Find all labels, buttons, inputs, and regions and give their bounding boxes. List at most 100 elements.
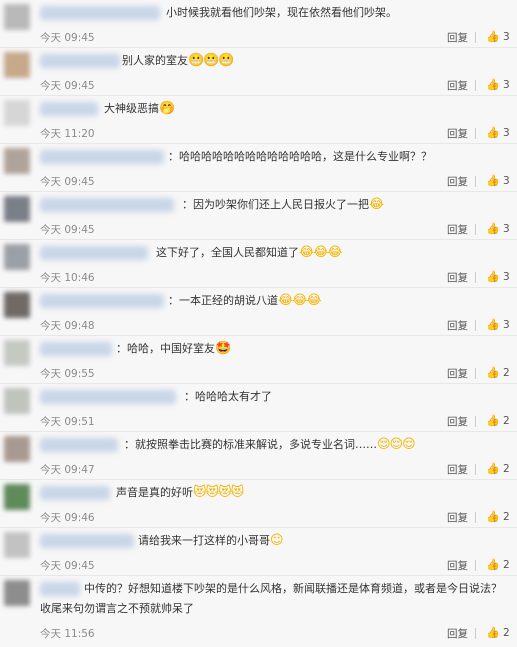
comment-time: 今天 09:55 bbox=[40, 368, 95, 380]
like-button[interactable]: 👍 2 bbox=[486, 414, 510, 427]
emoji: 🤭 bbox=[159, 101, 175, 116]
comment-text: 别人家的室友😬😬😬 bbox=[122, 53, 235, 68]
comment-time: 今天 11:56 bbox=[40, 628, 95, 640]
thumbs-up-icon: 👍 bbox=[486, 174, 500, 187]
like-button[interactable]: 👍 3 bbox=[486, 174, 510, 187]
reply-button[interactable]: 回复 bbox=[447, 510, 468, 525]
reply-button[interactable]: 回复 bbox=[447, 318, 468, 333]
avatar[interactable] bbox=[4, 196, 30, 222]
like-count: 2 bbox=[503, 463, 510, 475]
comment-time: 今天 09:45 bbox=[40, 80, 95, 92]
comment-time: 今天 09:45 bbox=[40, 224, 95, 236]
thumbs-up-icon: 👍 bbox=[486, 126, 500, 139]
divider bbox=[475, 128, 476, 139]
comment-text: ：一本正经的胡说八道😂😂😂 bbox=[168, 293, 322, 308]
username-blurred[interactable] bbox=[40, 534, 134, 548]
like-count: 3 bbox=[503, 175, 510, 187]
avatar[interactable] bbox=[4, 292, 30, 318]
avatar[interactable] bbox=[4, 580, 30, 606]
username-blurred[interactable] bbox=[40, 246, 148, 260]
avatar[interactable] bbox=[4, 52, 30, 78]
reply-button[interactable]: 回复 bbox=[447, 558, 468, 573]
like-button[interactable]: 👍 2 bbox=[486, 366, 510, 379]
reply-button[interactable]: 回复 bbox=[447, 126, 468, 141]
comment-item: ：哈哈，中国好室友🤩 今天 09:55 回复 👍 2 bbox=[0, 336, 517, 384]
avatar[interactable] bbox=[4, 244, 30, 270]
like-button[interactable]: 👍 3 bbox=[486, 30, 510, 43]
comment-time: 今天 09:47 bbox=[40, 464, 95, 476]
thumbs-up-icon: 👍 bbox=[486, 366, 500, 379]
reply-button[interactable]: 回复 bbox=[447, 462, 468, 477]
comment-time: 今天 09:45 bbox=[40, 176, 95, 188]
comment-text: 这下好了，全国人民都知道了😂😂😂 bbox=[156, 245, 343, 260]
comment-item: ：因为吵架你们还上人民日报火了一把😂 今天 09:45 回复 👍 3 bbox=[0, 192, 517, 240]
avatar[interactable] bbox=[4, 532, 30, 558]
username-blurred[interactable] bbox=[40, 294, 164, 308]
avatar[interactable] bbox=[4, 436, 30, 462]
divider bbox=[475, 628, 476, 639]
like-count: 3 bbox=[503, 271, 510, 283]
like-button[interactable]: 👍 3 bbox=[486, 318, 510, 331]
username-blurred[interactable] bbox=[40, 102, 98, 116]
divider bbox=[475, 368, 476, 379]
reply-button[interactable]: 回复 bbox=[447, 78, 468, 93]
thumbs-up-icon: 👍 bbox=[486, 318, 500, 331]
like-button[interactable]: 👍 2 bbox=[486, 462, 510, 475]
reply-button[interactable]: 回复 bbox=[447, 366, 468, 381]
username-blurred[interactable] bbox=[40, 150, 164, 164]
emoji: 😂😂😂 bbox=[278, 293, 322, 308]
like-count: 3 bbox=[503, 79, 510, 91]
reply-button[interactable]: 回复 bbox=[447, 174, 468, 189]
divider bbox=[475, 32, 476, 43]
comment-time: 今天 09:45 bbox=[40, 560, 95, 572]
reply-button[interactable]: 回复 bbox=[447, 30, 468, 45]
like-button[interactable]: 👍 3 bbox=[486, 270, 510, 283]
emoji: ☺ bbox=[270, 533, 284, 548]
like-button[interactable]: 👍 2 bbox=[486, 510, 510, 523]
like-button[interactable]: 👍 2 bbox=[486, 558, 510, 571]
avatar[interactable] bbox=[4, 100, 30, 126]
divider bbox=[475, 464, 476, 475]
comment-text: 小时候我就看他们吵架，现在依然看他们吵架。 bbox=[166, 6, 397, 19]
username-blurred[interactable] bbox=[40, 54, 120, 68]
reply-button[interactable]: 回复 bbox=[447, 626, 468, 641]
username-blurred[interactable] bbox=[40, 390, 176, 404]
comment-item: 这下好了，全国人民都知道了😂😂😂 今天 10:46 回复 👍 3 bbox=[0, 240, 517, 288]
reply-button[interactable]: 回复 bbox=[447, 270, 468, 285]
username-blurred[interactable] bbox=[40, 438, 118, 452]
reply-button[interactable]: 回复 bbox=[447, 222, 468, 237]
avatar[interactable] bbox=[4, 148, 30, 174]
like-button[interactable]: 👍 3 bbox=[486, 126, 510, 139]
divider bbox=[475, 512, 476, 523]
like-count: 2 bbox=[503, 415, 510, 427]
avatar[interactable] bbox=[4, 4, 30, 30]
like-button[interactable]: 👍 3 bbox=[486, 222, 510, 235]
avatar[interactable] bbox=[4, 340, 30, 366]
username-blurred[interactable] bbox=[40, 6, 160, 20]
comment-text: 请给我来一打这样的小哥哥☺ bbox=[138, 533, 284, 548]
comment-text: 声音是真的好听😻😻😻😻 bbox=[116, 485, 244, 500]
username-blurred[interactable] bbox=[40, 486, 110, 500]
comment-text: ：就按照拳击比赛的标准来解说，多说专业名词……😌😌😌 bbox=[124, 437, 416, 452]
comment-item: ：哈哈哈哈哈哈哈哈哈哈哈哈哈，这是什么专业啊？？ 今天 09:45 回复 👍 3 bbox=[0, 144, 517, 192]
like-button[interactable]: 👍 2 bbox=[486, 626, 510, 639]
thumbs-up-icon: 👍 bbox=[486, 270, 500, 283]
like-count: 3 bbox=[503, 31, 510, 43]
divider bbox=[475, 320, 476, 331]
thumbs-up-icon: 👍 bbox=[486, 222, 500, 235]
comment-text: 大神级恶搞🤭 bbox=[104, 101, 175, 116]
thumbs-up-icon: 👍 bbox=[486, 558, 500, 571]
avatar[interactable] bbox=[4, 484, 30, 510]
comment-item: 请给我来一打这样的小哥哥☺ 今天 09:45 回复 👍 2 bbox=[0, 528, 517, 576]
divider bbox=[475, 272, 476, 283]
comment-time: 今天 09:46 bbox=[40, 512, 95, 524]
username-blurred[interactable] bbox=[40, 342, 112, 356]
comment-item: 大神级恶搞🤭 今天 11:20 回复 👍 3 bbox=[0, 96, 517, 144]
avatar[interactable] bbox=[4, 388, 30, 414]
emoji: 😻😻😻😻 bbox=[193, 485, 244, 500]
reply-button[interactable]: 回复 bbox=[447, 414, 468, 429]
username-blurred[interactable] bbox=[40, 198, 174, 212]
emoji: 🤩 bbox=[215, 341, 231, 356]
like-button[interactable]: 👍 3 bbox=[486, 78, 510, 91]
comment-item: ：哈哈哈太有才了 今天 09:51 回复 👍 2 bbox=[0, 384, 517, 432]
